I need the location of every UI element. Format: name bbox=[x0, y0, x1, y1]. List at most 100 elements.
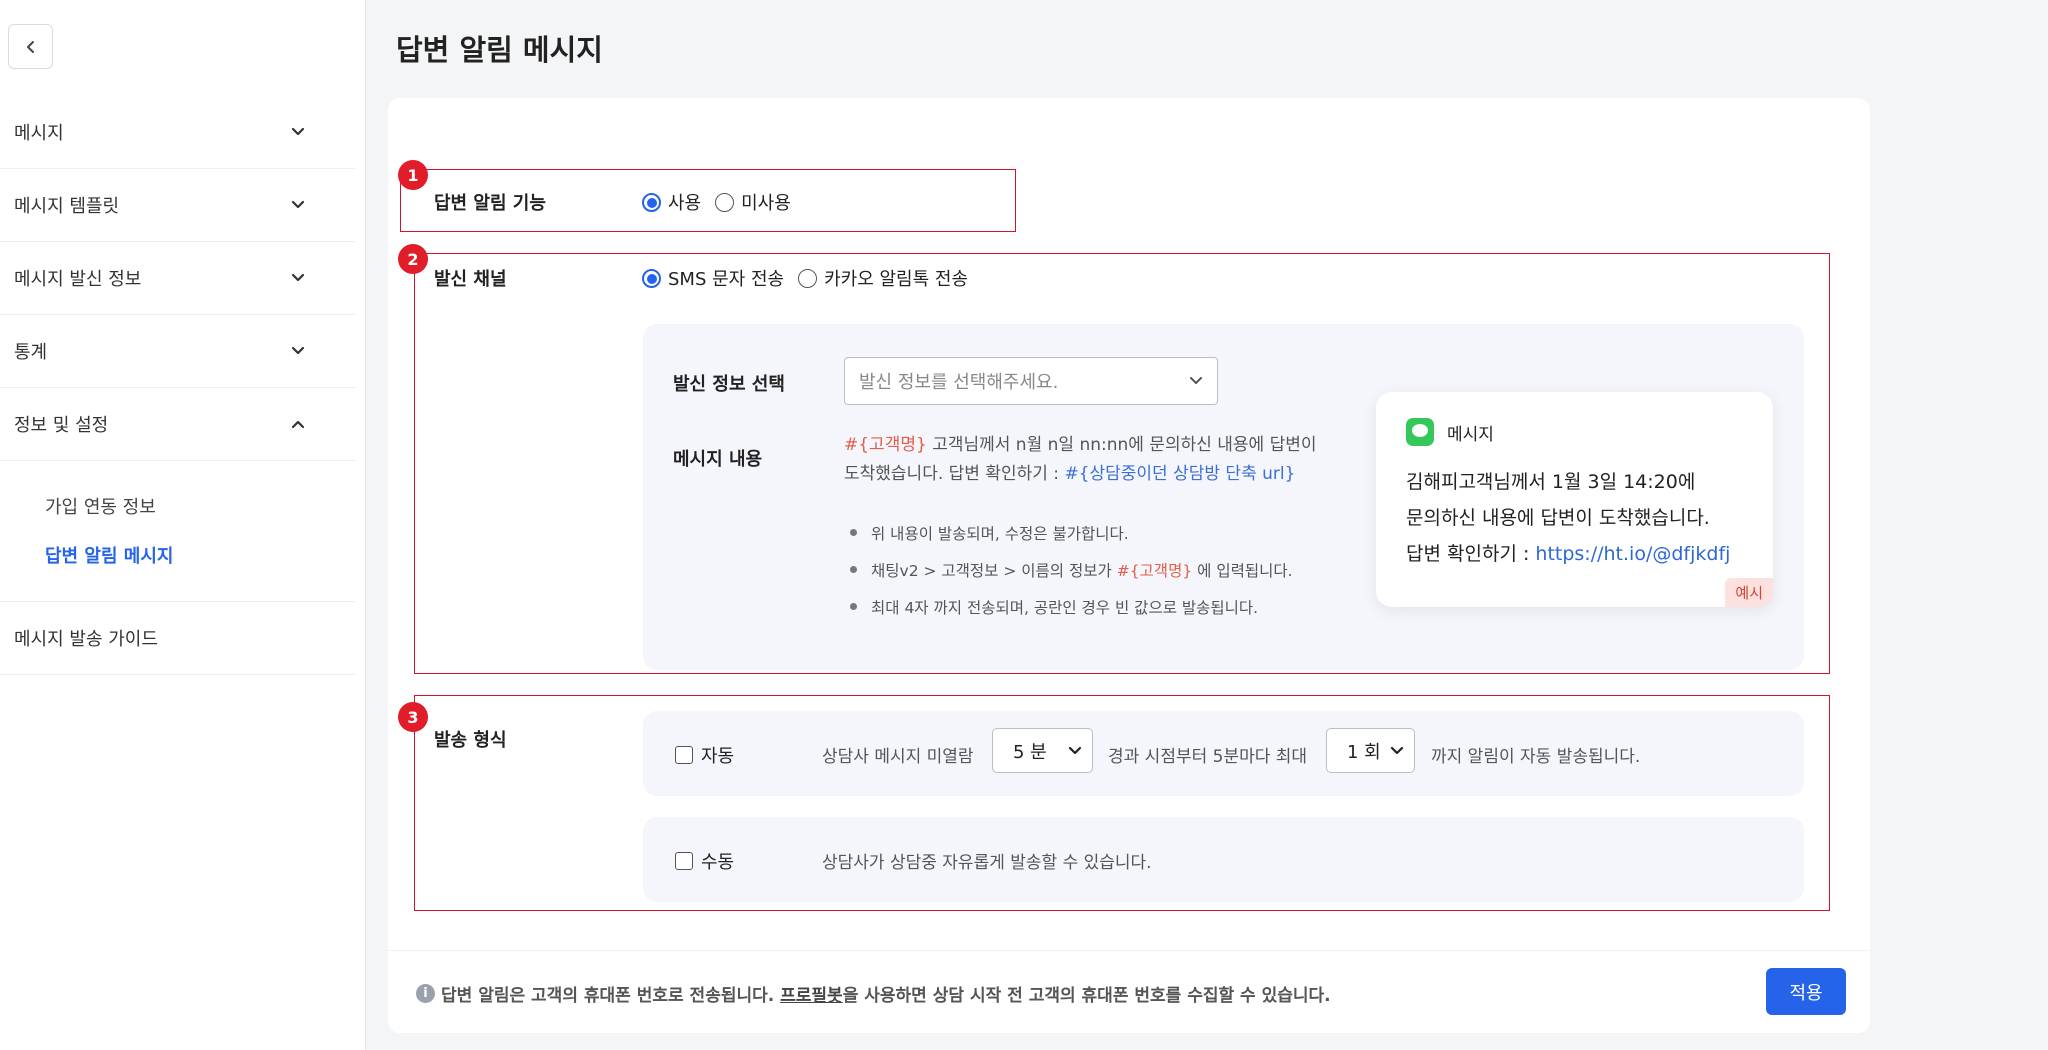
sidebar-item-label: 통계 bbox=[14, 342, 48, 363]
bullet-icon bbox=[850, 529, 857, 536]
message-content-label: 메시지 내용 bbox=[673, 449, 763, 470]
message-content-line2: 도착했습니다. 답변 확인하기 : #{상담중이던 상담방 단축 url} bbox=[844, 460, 1344, 489]
checkbox-unchecked-icon bbox=[675, 852, 693, 870]
note-text: 최대 4자 까지 전송되며, 공란인 경우 빈 값으로 발송됩니다. bbox=[871, 598, 1259, 617]
chevron-up-icon bbox=[291, 420, 305, 429]
collapse-sidebar-button[interactable] bbox=[8, 24, 53, 69]
bullet-icon bbox=[850, 603, 857, 610]
sidebar-item-label: 메시지 발송 가이드 bbox=[14, 629, 158, 650]
message-preview-card: 메시지 김해피고객님께서 1월 3일 14:20에 문의하신 내용에 답변이 도… bbox=[1376, 392, 1773, 607]
footer-note-part: 을 사용하면 상담 시작 전 고객의 휴대폰 번호를 수집할 수 있습니다. bbox=[842, 986, 1331, 1006]
manual-send-checkbox[interactable]: 수동 bbox=[675, 848, 734, 874]
chevron-down-icon bbox=[1068, 746, 1082, 754]
feature-radio-group: 사용 미사용 bbox=[642, 189, 791, 215]
preview-header: 메시지 bbox=[1406, 418, 1494, 446]
message-content-line1: #{고객명} 고객님께서 n월 n일 nn:nn에 문의하신 내용에 답변이 bbox=[844, 431, 1344, 460]
channel-sms-radio[interactable]: SMS 문자 전송 bbox=[642, 265, 784, 291]
bullet-icon bbox=[850, 566, 857, 573]
radio-selected-icon bbox=[642, 192, 661, 212]
message-content-text-part: 도착했습니다. 답변 확인하기 : bbox=[844, 464, 1065, 484]
auto-send-text-1: 상담사 메시지 미열람 bbox=[822, 747, 974, 767]
preview-line: 문의하신 내용에 답변이 도착했습니다. bbox=[1406, 507, 1710, 529]
footer-note-text: 답변 알림은 고객의 휴대폰 번호로 전송됩니다. 프로필봇을 사용하면 상담 … bbox=[441, 981, 1331, 1006]
apply-button[interactable]: 적용 bbox=[1766, 968, 1846, 1015]
feature-label: 답변 알림 기능 bbox=[434, 193, 546, 214]
sidebar-item-sender-info[interactable]: 메시지 발신 정보 bbox=[0, 242, 355, 315]
preview-line: 김해피고객님께서 1월 3일 14:20에 bbox=[1406, 471, 1696, 493]
manual-send-text: 상담사가 상담중 자유롭게 발송할 수 있습니다. bbox=[822, 853, 1152, 873]
radio-selected-icon bbox=[642, 268, 661, 288]
message-app-icon bbox=[1406, 418, 1434, 446]
example-badge: 예시 bbox=[1725, 578, 1773, 607]
sidebar-subitem-reply-notification[interactable]: 답변 알림 메시지 bbox=[0, 530, 355, 579]
sidebar-item-label: 메시지 템플릿 bbox=[14, 196, 120, 217]
message-notes-list: 위 내용이 발송되며, 수정은 불가합니다. 채팅v2 > 고객정보 > 이름의… bbox=[850, 514, 1293, 625]
chevron-down-icon bbox=[1190, 377, 1202, 384]
feature-use-radio[interactable]: 사용 bbox=[642, 189, 701, 215]
profile-bot-link[interactable]: 프로필봇 bbox=[780, 986, 843, 1006]
footer-divider bbox=[388, 950, 1870, 951]
message-content-text-part: 고객님께서 n월 n일 nn:nn에 문의하신 내용에 답변이 bbox=[926, 435, 1317, 455]
step-badge-2: 2 bbox=[398, 244, 428, 274]
sidebar-item-label: 정보 및 설정 bbox=[14, 415, 109, 436]
auto-send-checkbox[interactable]: 자동 bbox=[675, 742, 734, 768]
minutes-select[interactable]: 5 분 bbox=[992, 728, 1093, 773]
radio-label: 카카오 알림톡 전송 bbox=[824, 269, 969, 290]
channel-label: 발신 채널 bbox=[434, 269, 507, 290]
token-short-url: #{상담중이던 상담방 단축 url} bbox=[1064, 464, 1296, 484]
token-customer-name: #{고객명} bbox=[1116, 561, 1193, 580]
sidebar-item-message-template[interactable]: 메시지 템플릿 bbox=[0, 169, 355, 242]
radio-unselected-icon bbox=[798, 268, 818, 288]
footer-note-part: 답변 알림은 고객의 휴대폰 번호로 전송됩니다. bbox=[441, 986, 781, 1006]
times-select[interactable]: 1 회 bbox=[1326, 728, 1415, 773]
chevron-down-icon bbox=[291, 346, 305, 355]
preview-title: 메시지 bbox=[1447, 424, 1494, 445]
sidebar-item-label: 메시지 발신 정보 bbox=[14, 269, 142, 290]
checkbox-unchecked-icon bbox=[675, 746, 693, 764]
sidebar-item-statistics[interactable]: 통계 bbox=[0, 315, 355, 388]
sidebar-item-info-settings[interactable]: 정보 및 설정 bbox=[0, 388, 355, 461]
list-item: 최대 4자 까지 전송되며, 공란인 경우 빈 값으로 발송됩니다. bbox=[850, 588, 1293, 625]
chevron-down-icon bbox=[291, 127, 305, 136]
sender-info-select[interactable]: 발신 정보를 선택해주세요. bbox=[844, 357, 1218, 405]
page-title: 답변 알림 메시지 bbox=[396, 33, 603, 67]
token-customer-name: #{고객명} bbox=[844, 435, 927, 455]
sidebar-item-message[interactable]: 메시지 bbox=[0, 96, 355, 169]
preview-line: 답변 확인하기 : https://ht.io/@dfjkdfj bbox=[1406, 536, 1730, 572]
radio-label: SMS 문자 전송 bbox=[668, 269, 785, 290]
checkbox-label: 수동 bbox=[701, 852, 735, 873]
auto-send-text-3: 까지 알림이 자동 발송됩니다. bbox=[1431, 747, 1641, 767]
main-content: 답변 알림 메시지 1 답변 알림 기능 사용 미사용 2 발신 채널 SMS … bbox=[366, 0, 2048, 1050]
chevron-down-icon bbox=[291, 273, 305, 282]
sidebar-subitem-signup-integration[interactable]: 가입 연동 정보 bbox=[0, 481, 355, 530]
auto-send-text-2: 경과 시점부터 5분마다 최대 bbox=[1108, 747, 1308, 767]
sidebar: 메시지 메시지 템플릿 메시지 발신 정보 통계 정보 및 설정 가입 연동 정… bbox=[0, 0, 366, 1050]
manual-send-panel bbox=[643, 817, 1804, 902]
sidebar-submenu-settings: 가입 연동 정보 답변 알림 메시지 bbox=[0, 461, 355, 602]
chevron-down-icon bbox=[1390, 746, 1404, 754]
note-text: 채팅v2 > 고객정보 > 이름의 정보가 #{고객명} 에 입력됩니다. bbox=[871, 559, 1293, 581]
radio-unselected-icon bbox=[715, 192, 735, 212]
chevron-left-icon bbox=[26, 40, 34, 53]
radio-label: 미사용 bbox=[741, 193, 791, 214]
step-badge-1: 1 bbox=[398, 160, 428, 190]
sidebar-item-label: 메시지 bbox=[14, 123, 64, 144]
preview-link[interactable]: https://ht.io/@dfjkdfj bbox=[1535, 543, 1730, 565]
feature-unuse-radio[interactable]: 미사용 bbox=[715, 189, 791, 215]
channel-kakao-radio[interactable]: 카카오 알림톡 전송 bbox=[798, 265, 968, 291]
step-badge-3: 3 bbox=[398, 702, 428, 732]
message-content-text: #{고객명} 고객님께서 n월 n일 nn:nn에 문의하신 내용에 답변이 도… bbox=[844, 431, 1344, 489]
sidebar-item-send-guide[interactable]: 메시지 발송 가이드 bbox=[0, 602, 355, 675]
list-item: 채팅v2 > 고객정보 > 이름의 정보가 #{고객명} 에 입력됩니다. bbox=[850, 551, 1293, 588]
radio-label: 사용 bbox=[668, 193, 702, 214]
send-type-label: 발송 형식 bbox=[434, 730, 507, 751]
checkbox-label: 자동 bbox=[701, 746, 735, 767]
preview-text-part: 답변 확인하기 : bbox=[1406, 543, 1536, 565]
note-text-part: 에 입력됩니다. bbox=[1192, 561, 1293, 580]
preview-body: 김해피고객님께서 1월 3일 14:20에 문의하신 내용에 답변이 도착했습니… bbox=[1406, 464, 1730, 572]
info-icon: i bbox=[416, 984, 435, 1003]
list-item: 위 내용이 발송되며, 수정은 불가합니다. bbox=[850, 514, 1293, 551]
minutes-value: 5 분 bbox=[1013, 741, 1047, 763]
times-value: 1 회 bbox=[1347, 741, 1381, 763]
chevron-down-icon bbox=[291, 200, 305, 209]
